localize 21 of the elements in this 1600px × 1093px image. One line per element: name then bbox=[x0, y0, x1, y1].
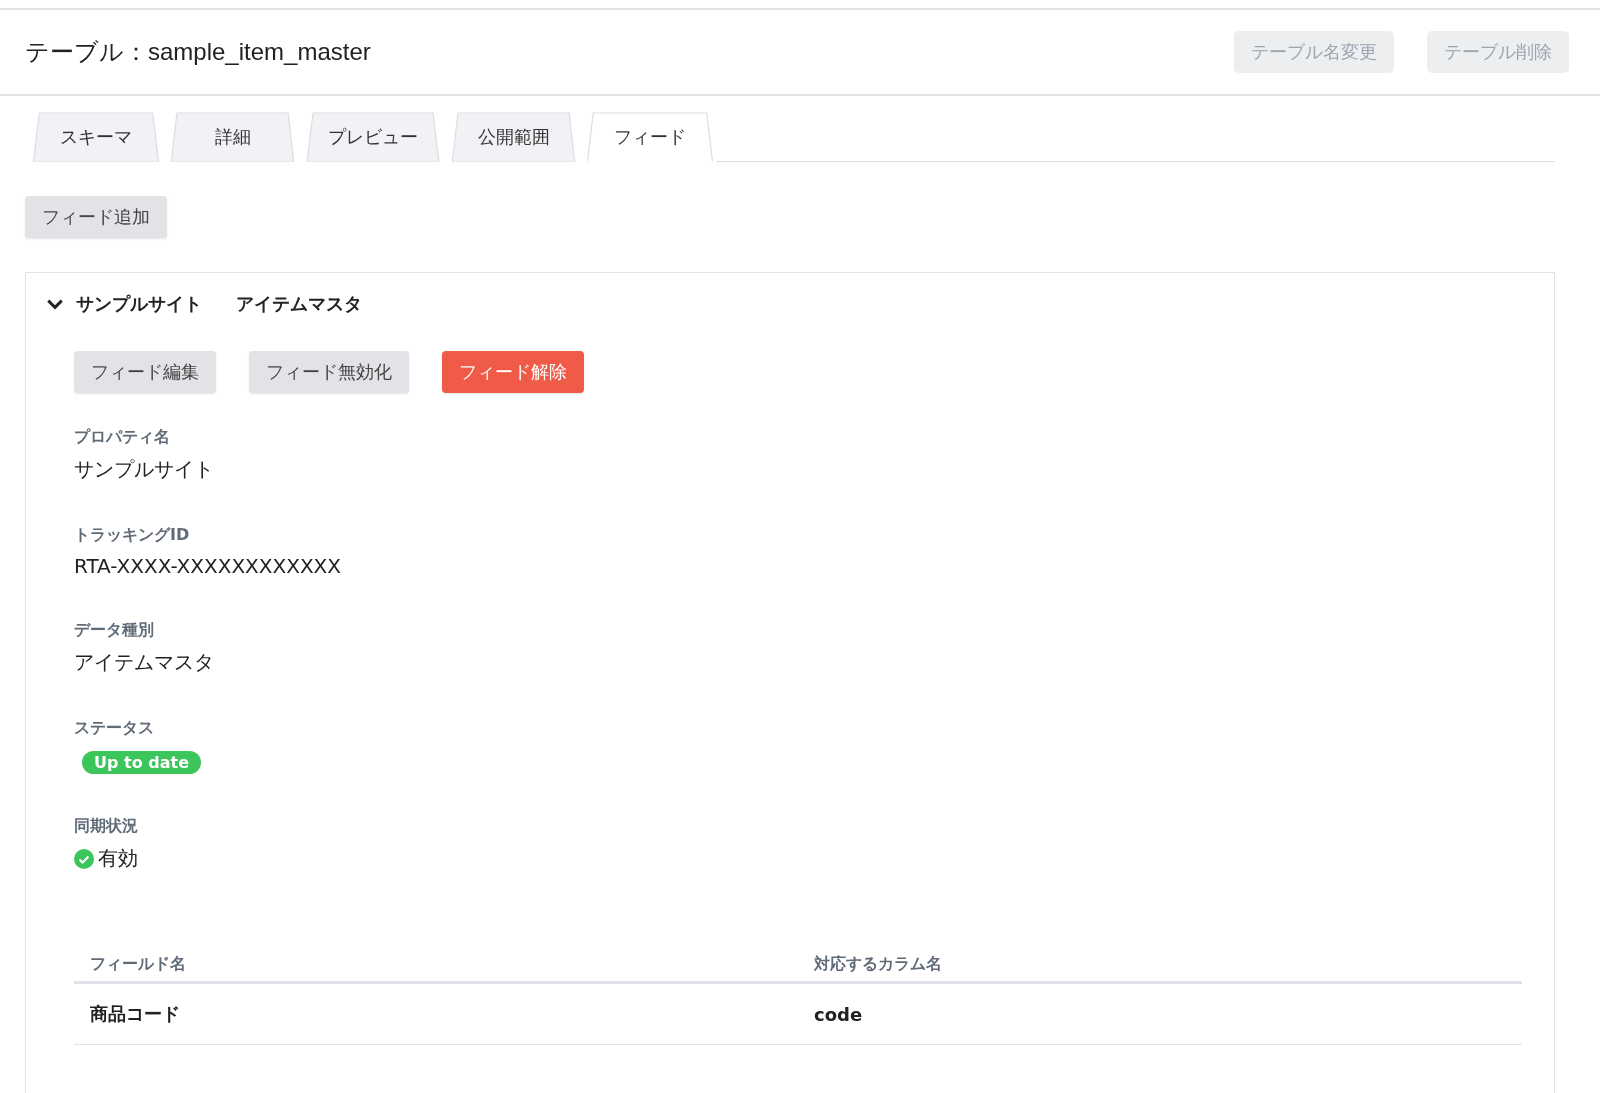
field-label: ステータス bbox=[74, 718, 155, 739]
page-title: テーブル：sample_item_master bbox=[25, 37, 371, 67]
field-label: プロパティ名 bbox=[74, 427, 171, 448]
column-header: フィールド名 bbox=[74, 946, 798, 983]
field-label: 同期状況 bbox=[74, 816, 139, 837]
field-value: RTA-XXXX-XXXXXXXXXXXX bbox=[74, 554, 342, 578]
field-value: サンプルサイト bbox=[74, 456, 215, 483]
field-label: データ種別 bbox=[74, 620, 155, 641]
check-circle-icon bbox=[74, 848, 94, 869]
feed-button[interactable]: フィード編集 bbox=[74, 351, 216, 393]
table-cell: 商品コード bbox=[74, 982, 798, 1045]
field-value: 有効 bbox=[98, 845, 138, 872]
add-feed-button[interactable]: フィード追加 bbox=[25, 196, 167, 238]
column-header: 対応するカラム名 bbox=[798, 946, 1522, 983]
field-value: アイテムマスタ bbox=[74, 649, 215, 676]
feed-button[interactable]: フィード無効化 bbox=[249, 351, 409, 393]
table-cell: code bbox=[798, 982, 1522, 1045]
feed-data-type-title: アイテムマスタ bbox=[236, 292, 362, 316]
feed-property-title: サンプルサイト bbox=[76, 292, 202, 316]
status-badge: Up to date bbox=[82, 751, 201, 774]
field-label: トラッキングID bbox=[74, 525, 191, 546]
